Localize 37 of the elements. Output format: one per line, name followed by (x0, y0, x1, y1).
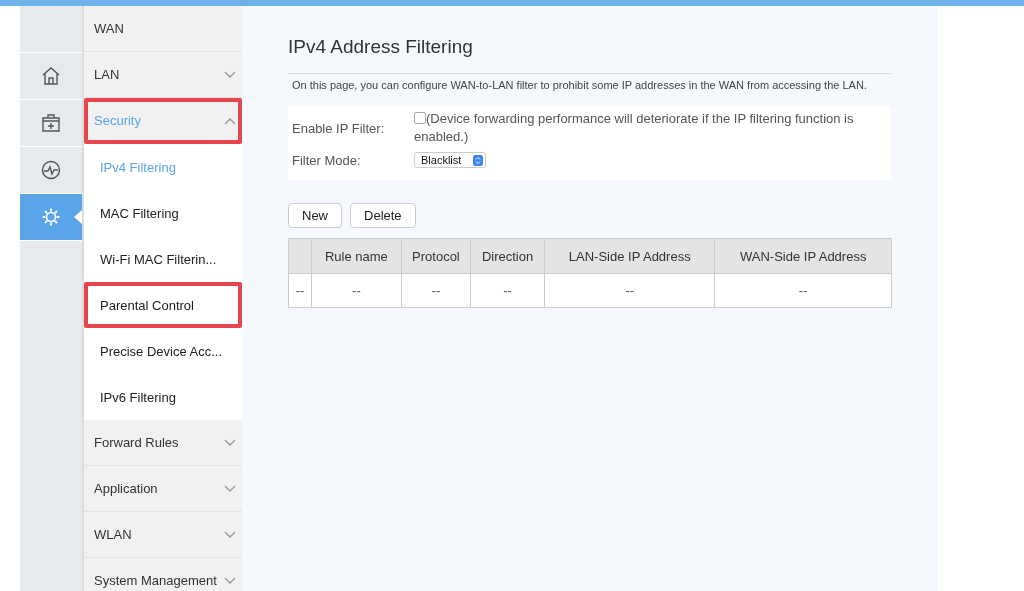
table-cell: -- (288, 273, 312, 308)
page-description: On this page, you can configure WAN-to-LAN filter to prohibit some IP addresses in the WAN from accessing the LAN. (292, 79, 868, 91)
column-header: Protocol (401, 238, 471, 274)
table-cell: -- (544, 273, 715, 308)
rail-item[interactable] (20, 194, 82, 241)
page-title: IPv4 Address Filtering (288, 36, 474, 58)
column-header: LAN-Side IP Address (544, 238, 715, 274)
submenu-item[interactable]: MAC Filtering (84, 190, 242, 236)
table-cell: -- (311, 273, 402, 308)
column-header: Direction (470, 238, 545, 274)
action-button[interactable]: New (288, 203, 342, 228)
column-header: WAN-Side IP Address (714, 238, 892, 274)
field-label: Filter Mode: (292, 152, 362, 168)
first-aid-kit-icon (41, 113, 61, 133)
pulse-icon (41, 160, 61, 180)
chevron-icon (224, 484, 236, 493)
submenu-item[interactable]: Wi-Fi MAC Filterin... (84, 236, 242, 282)
filter-mode-select[interactable]: Blacklist (414, 152, 487, 168)
chevron-icon (224, 438, 236, 447)
chevron-icon (224, 70, 236, 79)
submenu-item[interactable]: Precise Device Acc... (84, 328, 242, 374)
field-label: Enable IP Filter: (292, 120, 386, 136)
stepper-icon (473, 154, 484, 166)
submenu-item[interactable]: Parental Control (84, 282, 242, 328)
checkbox-label[interactable]: (Device forwarding performance will deteriorate if the IP filtering function is enabled.) (414, 110, 881, 146)
settings-icon (41, 207, 61, 227)
home-icon (41, 66, 61, 86)
action-button[interactable]: Delete (350, 203, 416, 228)
submenu-item[interactable]: IPv6 Filtering (84, 374, 242, 420)
chevron-icon (224, 116, 236, 125)
column-header: Rule name (311, 238, 402, 274)
chevron-icon (224, 530, 236, 539)
checkbox[interactable] (414, 112, 426, 124)
table-cell: -- (714, 273, 892, 308)
table-cell: -- (470, 273, 545, 308)
table-cell: -- (401, 273, 471, 308)
chevron-icon (224, 576, 236, 585)
